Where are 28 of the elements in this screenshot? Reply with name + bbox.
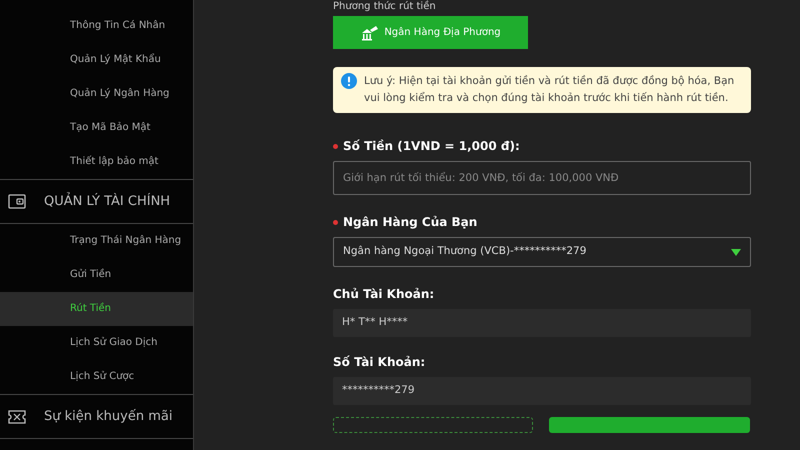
section-label: QUẢN LÝ TÀI CHÍNH — [44, 192, 170, 211]
section-label: Sự kiện khuyến mãi — [44, 408, 172, 426]
readonly-field: H* T** H**** — [333, 309, 751, 337]
menu-item[interactable]: Lịch Sử Cược — [0, 360, 193, 394]
field-label: Chủ Tài Khoản: — [333, 287, 434, 301]
menu-item[interactable]: Quản Lý Ngân Hàng — [0, 77, 193, 111]
menu-item[interactable]: Trạng Thái Ngân Hàng — [0, 224, 193, 258]
ticket-icon — [8, 408, 26, 426]
field-label: Số Tiền (1VND = 1,000 đ): — [343, 139, 520, 153]
bank-select[interactable]: Ngân hàng Ngoại Thương (VCB)-**********279 — [333, 237, 751, 267]
wallet-icon — [8, 193, 26, 210]
notice-text: Lưu ý: Hiện tại tài khoản gửi tiền và rút tiền đã được đồng bộ hóa, Bạn vui lòng kiểm tra và chọn đúng tài khoản trước khi tiến hành rút tiền. — [364, 74, 736, 106]
readonly-field: **********279 — [333, 377, 751, 405]
method-label: Phương thức rút tiền — [333, 0, 437, 14]
menu-item[interactable]: Lịch Sử Giao Dịch — [0, 326, 193, 360]
menu-item[interactable]: Tạo Mã Bảo Mật — [0, 111, 193, 145]
menu-item[interactable]: Thông Tin Cá Nhân — [0, 9, 193, 43]
menu-item[interactable]: Quản Lý Mật Khẩu — [0, 43, 193, 77]
field-label: Số Tài Khoản: — [333, 355, 426, 369]
info-icon — [341, 73, 357, 89]
secondary-button[interactable] — [333, 417, 533, 433]
menu-item[interactable]: Gửi Tiền — [0, 258, 193, 292]
bank-icon — [360, 24, 378, 40]
menu-item[interactable]: Thiết lập bảo mật — [0, 145, 193, 179]
amount-input[interactable]: Giới hạn rút tối thiểu: 200 VNĐ, tối đa: 100,000 VNĐ — [333, 161, 751, 195]
dropdown-caret-icon — [731, 248, 741, 256]
menu-item[interactable]: Rút Tiền — [0, 292, 193, 326]
field-label: Ngân Hàng Của Bạn — [343, 215, 478, 229]
